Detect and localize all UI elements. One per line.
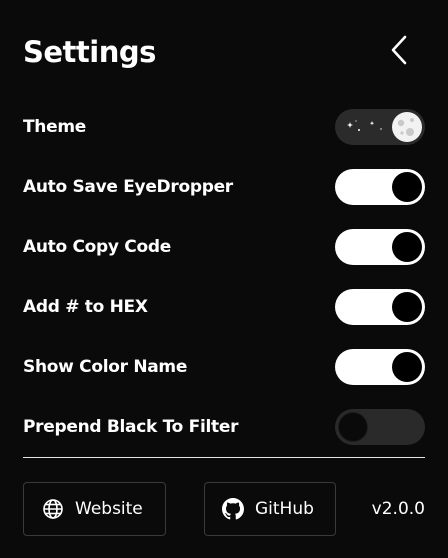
setting-show-color-name: Show Color Name	[23, 337, 425, 397]
globe-icon	[42, 498, 64, 520]
setting-auto-copy-code: Auto Copy Code	[23, 217, 425, 277]
toggle-knob	[392, 232, 422, 262]
website-button[interactable]: Website	[23, 482, 166, 536]
setting-auto-save-eyedropper: Auto Save EyeDropper	[23, 157, 425, 217]
setting-label: Add # to HEX	[23, 297, 148, 317]
show-color-name-toggle[interactable]	[335, 349, 425, 385]
setting-label: Theme	[23, 117, 86, 137]
github-icon	[222, 498, 244, 520]
github-button[interactable]: GitHub	[204, 482, 336, 536]
back-button[interactable]	[383, 34, 415, 70]
toggle-knob	[392, 172, 422, 202]
setting-label: Prepend Black To Filter	[23, 417, 239, 437]
add-hash-to-hex-toggle[interactable]	[335, 289, 425, 325]
setting-label: Auto Save EyeDropper	[23, 177, 233, 197]
auto-copy-code-toggle[interactable]	[335, 229, 425, 265]
stars-icon	[343, 115, 391, 139]
footer: Website GitHub v2.0.0	[23, 482, 425, 536]
version-label: v2.0.0	[371, 499, 425, 519]
settings-list: Theme Auto Save EyeDropper Auto Copy Cod…	[23, 97, 425, 457]
footer-divider	[23, 457, 425, 458]
moon-icon	[390, 110, 424, 144]
chevron-left-icon	[389, 34, 409, 70]
settings-header: Settings	[23, 30, 425, 74]
theme-toggle[interactable]	[335, 109, 425, 145]
toggle-knob	[392, 352, 422, 382]
setting-add-hash-to-hex: Add # to HEX	[23, 277, 425, 337]
setting-label: Show Color Name	[23, 357, 188, 377]
setting-label: Auto Copy Code	[23, 237, 171, 257]
website-button-label: Website	[75, 499, 143, 519]
page-title: Settings	[23, 35, 156, 69]
toggle-knob	[338, 412, 368, 442]
toggle-knob	[392, 292, 422, 322]
setting-theme: Theme	[23, 97, 425, 157]
setting-prepend-black-to-filter: Prepend Black To Filter	[23, 397, 425, 457]
auto-save-eyedropper-toggle[interactable]	[335, 169, 425, 205]
github-button-label: GitHub	[255, 499, 314, 519]
prepend-black-to-filter-toggle[interactable]	[335, 409, 425, 445]
